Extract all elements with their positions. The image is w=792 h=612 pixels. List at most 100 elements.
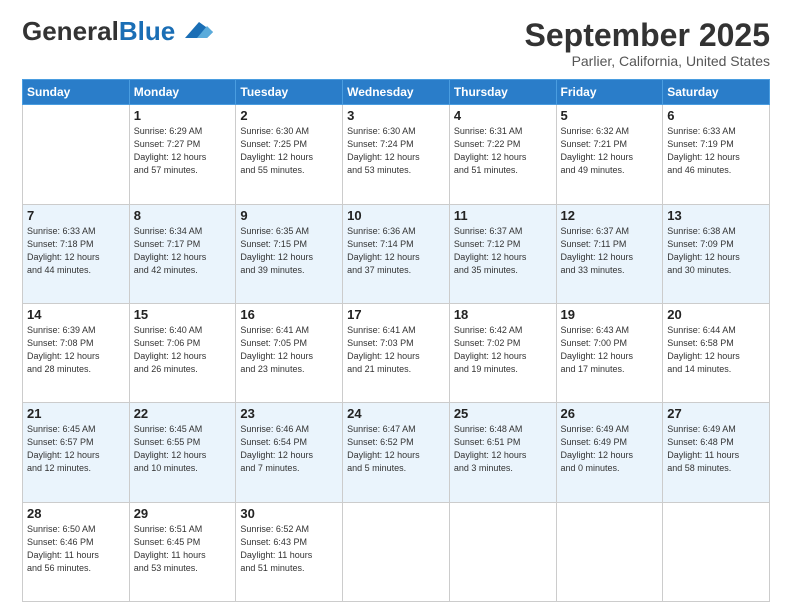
month-title: September 2025 bbox=[525, 18, 770, 53]
day-number: 29 bbox=[134, 506, 232, 521]
day-info: Sunrise: 6:35 AMSunset: 7:15 PMDaylight:… bbox=[240, 225, 338, 277]
col-header-tuesday: Tuesday bbox=[236, 80, 343, 105]
day-number: 2 bbox=[240, 108, 338, 123]
calendar-cell bbox=[343, 502, 450, 601]
calendar-cell: 2 Sunrise: 6:30 AMSunset: 7:25 PMDaylight… bbox=[236, 105, 343, 204]
day-number: 15 bbox=[134, 307, 232, 322]
day-info: Sunrise: 6:38 AMSunset: 7:09 PMDaylight:… bbox=[667, 225, 765, 277]
day-info: Sunrise: 6:46 AMSunset: 6:54 PMDaylight:… bbox=[240, 423, 338, 475]
day-info: Sunrise: 6:45 AMSunset: 6:55 PMDaylight:… bbox=[134, 423, 232, 475]
day-number: 26 bbox=[561, 406, 659, 421]
week-row-0: 1Sunrise: 6:29 AMSunset: 7:27 PMDaylight… bbox=[23, 105, 770, 204]
calendar-cell: 23 Sunrise: 6:46 AMSunset: 6:54 PMDayligh… bbox=[236, 403, 343, 502]
day-number: 6 bbox=[667, 108, 765, 123]
day-number: 28 bbox=[27, 506, 125, 521]
day-number: 20 bbox=[667, 307, 765, 322]
day-info: Sunrise: 6:39 AMSunset: 7:08 PMDaylight:… bbox=[27, 324, 125, 376]
day-number: 5 bbox=[561, 108, 659, 123]
calendar-cell bbox=[23, 105, 130, 204]
calendar-cell: 15 Sunrise: 6:40 AMSunset: 7:06 PMDayligh… bbox=[129, 303, 236, 402]
day-number: 11 bbox=[454, 208, 552, 223]
day-info: Sunrise: 6:40 AMSunset: 7:06 PMDaylight:… bbox=[134, 324, 232, 376]
calendar-cell: 22 Sunrise: 6:45 AMSunset: 6:55 PMDayligh… bbox=[129, 403, 236, 502]
col-header-monday: Monday bbox=[129, 80, 236, 105]
col-header-friday: Friday bbox=[556, 80, 663, 105]
calendar-cell: 21 Sunrise: 6:45 AMSunset: 6:57 PMDayligh… bbox=[23, 403, 130, 502]
calendar-cell bbox=[449, 502, 556, 601]
day-info: Sunrise: 6:31 AMSunset: 7:22 PMDaylight:… bbox=[454, 125, 552, 177]
day-number: 16 bbox=[240, 307, 338, 322]
week-row-4: 28 Sunrise: 6:50 AMSunset: 6:46 PMDayligh… bbox=[23, 502, 770, 601]
day-info: Sunrise: 6:32 AMSunset: 7:21 PMDaylight:… bbox=[561, 125, 659, 177]
calendar-cell: 29 Sunrise: 6:51 AMSunset: 6:45 PMDayligh… bbox=[129, 502, 236, 601]
day-info: Sunrise: 6:33 AMSunset: 7:19 PMDaylight:… bbox=[667, 125, 765, 177]
day-number: 9 bbox=[240, 208, 338, 223]
calendar-cell: 3 Sunrise: 6:30 AMSunset: 7:24 PMDaylight… bbox=[343, 105, 450, 204]
day-info: Sunrise: 6:33 AMSunset: 7:18 PMDaylight:… bbox=[27, 225, 125, 277]
day-number: 8 bbox=[134, 208, 232, 223]
col-header-thursday: Thursday bbox=[449, 80, 556, 105]
day-info: Sunrise: 6:51 AMSunset: 6:45 PMDaylight:… bbox=[134, 523, 232, 575]
day-info: Sunrise: 6:52 AMSunset: 6:43 PMDaylight:… bbox=[240, 523, 338, 575]
week-row-3: 21 Sunrise: 6:45 AMSunset: 6:57 PMDayligh… bbox=[23, 403, 770, 502]
calendar-cell: 10Sunrise: 6:36 AMSunset: 7:14 PMDayligh… bbox=[343, 204, 450, 303]
calendar-cell: 11 Sunrise: 6:37 AMSunset: 7:12 PMDayligh… bbox=[449, 204, 556, 303]
calendar-table: SundayMondayTuesdayWednesdayThursdayFrid… bbox=[22, 79, 770, 602]
calendar-cell: 12 Sunrise: 6:37 AMSunset: 7:11 PMDayligh… bbox=[556, 204, 663, 303]
header: GeneralBlue September 2025 Parlier, Cali… bbox=[22, 18, 770, 69]
day-number: 23 bbox=[240, 406, 338, 421]
day-info: Sunrise: 6:41 AMSunset: 7:05 PMDaylight:… bbox=[240, 324, 338, 376]
day-info: Sunrise: 6:49 AMSunset: 6:49 PMDaylight:… bbox=[561, 423, 659, 475]
calendar-cell: 8 Sunrise: 6:34 AMSunset: 7:17 PMDaylight… bbox=[129, 204, 236, 303]
day-info: Sunrise: 6:50 AMSunset: 6:46 PMDaylight:… bbox=[27, 523, 125, 575]
calendar-cell: 19Sunrise: 6:43 AMSunset: 7:00 PMDayligh… bbox=[556, 303, 663, 402]
calendar-cell: 20Sunrise: 6:44 AMSunset: 6:58 PMDayligh… bbox=[663, 303, 770, 402]
day-number: 1 bbox=[134, 108, 232, 123]
day-info: Sunrise: 6:37 AMSunset: 7:11 PMDaylight:… bbox=[561, 225, 659, 277]
calendar-cell: 24Sunrise: 6:47 AMSunset: 6:52 PMDayligh… bbox=[343, 403, 450, 502]
day-info: Sunrise: 6:41 AMSunset: 7:03 PMDaylight:… bbox=[347, 324, 445, 376]
day-number: 27 bbox=[667, 406, 765, 421]
title-block: September 2025 Parlier, California, Unit… bbox=[525, 18, 770, 69]
day-number: 30 bbox=[240, 506, 338, 521]
day-info: Sunrise: 6:49 AMSunset: 6:48 PMDaylight:… bbox=[667, 423, 765, 475]
page: GeneralBlue September 2025 Parlier, Cali… bbox=[0, 0, 792, 612]
day-number: 13 bbox=[667, 208, 765, 223]
day-number: 12 bbox=[561, 208, 659, 223]
day-number: 7 bbox=[27, 208, 125, 223]
day-number: 18 bbox=[454, 307, 552, 322]
day-info: Sunrise: 6:48 AMSunset: 6:51 PMDaylight:… bbox=[454, 423, 552, 475]
day-info: Sunrise: 6:36 AMSunset: 7:14 PMDaylight:… bbox=[347, 225, 445, 277]
col-header-saturday: Saturday bbox=[663, 80, 770, 105]
calendar-cell bbox=[663, 502, 770, 601]
day-info: Sunrise: 6:45 AMSunset: 6:57 PMDaylight:… bbox=[27, 423, 125, 475]
calendar-cell: 17 Sunrise: 6:41 AMSunset: 7:03 PMDayligh… bbox=[343, 303, 450, 402]
calendar-cell bbox=[556, 502, 663, 601]
week-row-2: 14 Sunrise: 6:39 AMSunset: 7:08 PMDayligh… bbox=[23, 303, 770, 402]
calendar-cell: 1Sunrise: 6:29 AMSunset: 7:27 PMDaylight… bbox=[129, 105, 236, 204]
calendar-cell: 26 Sunrise: 6:49 AMSunset: 6:49 PMDayligh… bbox=[556, 403, 663, 502]
calendar-cell: 30 Sunrise: 6:52 AMSunset: 6:43 PMDayligh… bbox=[236, 502, 343, 601]
day-info: Sunrise: 6:43 AMSunset: 7:00 PMDaylight:… bbox=[561, 324, 659, 376]
day-number: 3 bbox=[347, 108, 445, 123]
logo-icon bbox=[179, 18, 213, 44]
calendar-cell: 9 Sunrise: 6:35 AMSunset: 7:15 PMDaylight… bbox=[236, 204, 343, 303]
calendar-cell: 14 Sunrise: 6:39 AMSunset: 7:08 PMDayligh… bbox=[23, 303, 130, 402]
day-number: 21 bbox=[27, 406, 125, 421]
day-info: Sunrise: 6:30 AMSunset: 7:24 PMDaylight:… bbox=[347, 125, 445, 177]
logo-general: General bbox=[22, 16, 119, 46]
day-info: Sunrise: 6:37 AMSunset: 7:12 PMDaylight:… bbox=[454, 225, 552, 277]
calendar-cell: 27 Sunrise: 6:49 AMSunset: 6:48 PMDayligh… bbox=[663, 403, 770, 502]
day-info: Sunrise: 6:30 AMSunset: 7:25 PMDaylight:… bbox=[240, 125, 338, 177]
header-row: SundayMondayTuesdayWednesdayThursdayFrid… bbox=[23, 80, 770, 105]
day-info: Sunrise: 6:34 AMSunset: 7:17 PMDaylight:… bbox=[134, 225, 232, 277]
day-number: 14 bbox=[27, 307, 125, 322]
calendar-cell: 4Sunrise: 6:31 AMSunset: 7:22 PMDaylight… bbox=[449, 105, 556, 204]
location: Parlier, California, United States bbox=[525, 53, 770, 69]
calendar-cell: 13 Sunrise: 6:38 AMSunset: 7:09 PMDayligh… bbox=[663, 204, 770, 303]
day-number: 22 bbox=[134, 406, 232, 421]
col-header-sunday: Sunday bbox=[23, 80, 130, 105]
calendar-cell: 6 Sunrise: 6:33 AMSunset: 7:19 PMDaylight… bbox=[663, 105, 770, 204]
day-number: 17 bbox=[347, 307, 445, 322]
calendar-cell: 25Sunrise: 6:48 AMSunset: 6:51 PMDayligh… bbox=[449, 403, 556, 502]
